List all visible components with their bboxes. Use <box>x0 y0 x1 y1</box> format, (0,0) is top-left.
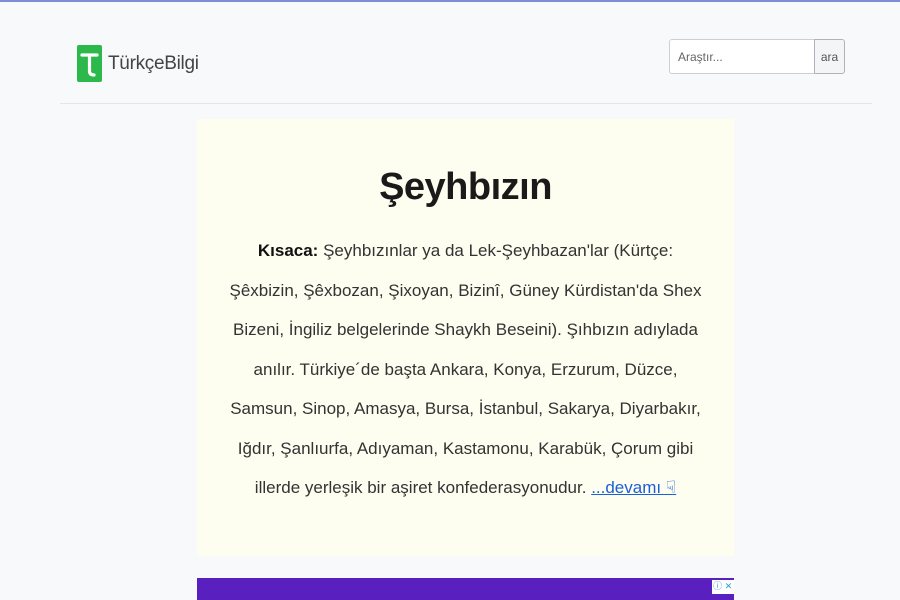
article-card: Şeyhbızın Kısaca: Şeyhbızınlar ya da Lek… <box>197 119 734 556</box>
site-header: TürkçeBilgi ara <box>60 2 872 104</box>
search-form: ara <box>669 39 845 74</box>
site-logo[interactable]: TürkçeBilgi <box>77 45 199 82</box>
summary-label: Kısaca: <box>257 241 319 260</box>
read-more-link[interactable]: ...devamı ☟ <box>591 478 676 497</box>
search-button[interactable]: ara <box>814 39 845 74</box>
ad-banner[interactable]: ⓘ ✕ <box>197 578 734 600</box>
close-icon[interactable]: ✕ <box>723 580 734 594</box>
t-letter-logo-icon <box>77 45 102 82</box>
ad-badge: ⓘ ✕ <box>712 580 734 594</box>
article-summary: Kısaca: Şeyhbızınlar ya da Lek-Şeyhbazan… <box>225 231 706 508</box>
summary-text: Şeyhbızınlar ya da Lek-Şeyhbazan'lar (Kü… <box>229 241 702 497</box>
site-name: TürkçeBilgi <box>108 52 199 74</box>
search-input[interactable] <box>669 39 814 74</box>
article-title: Şeyhbızın <box>379 166 552 208</box>
info-icon[interactable]: ⓘ <box>712 580 723 594</box>
